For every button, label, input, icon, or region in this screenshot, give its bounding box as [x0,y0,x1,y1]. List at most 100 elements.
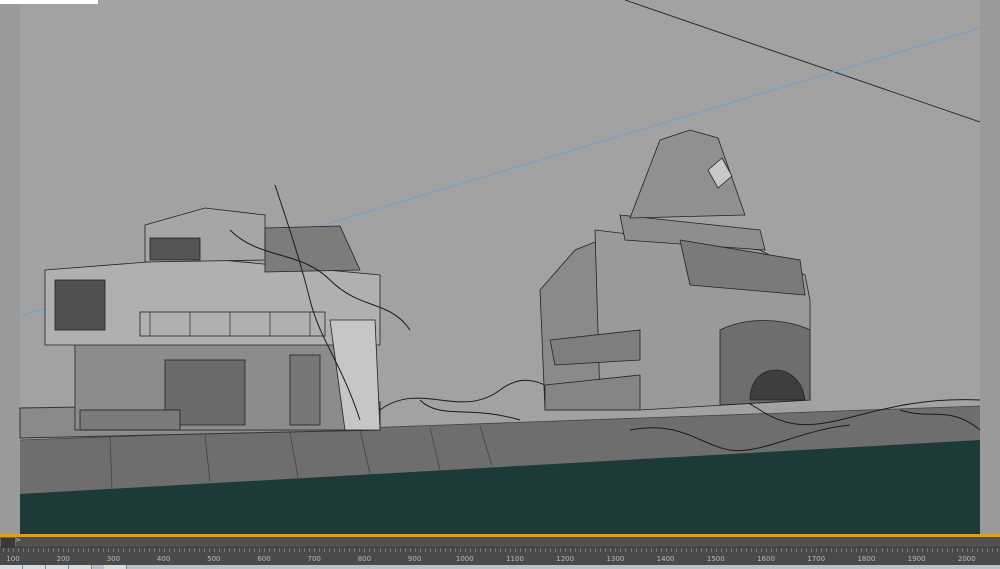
trackbar[interactable]: 100 200 300 400 500 600 700 800 900 1000 1100 1200 1… [0,547,1000,566]
trackbar-tick [555,548,557,552]
trackbar-tick [816,548,818,552]
trackbar-tick [339,548,341,552]
trackbar-tick [675,548,677,552]
trackbar-tick [279,548,281,552]
viewport-label-box [0,0,98,4]
trackbar-tick [384,548,386,552]
trackbar-tick [745,548,747,552]
trackbar-tick [901,548,903,552]
trackbar-tick [499,548,501,552]
trackbar-tick [565,548,567,552]
trackbar-tick [274,548,276,552]
trackbar-tick [218,548,220,552]
trackbar-tick [379,548,381,552]
trackbar-tick [625,548,627,552]
trackbar-tick [575,548,577,552]
trackbar-tick [866,548,868,552]
trackbar-tick [715,548,717,552]
trackbar-tick [13,548,15,552]
trackbar-label: 600 [257,555,271,563]
trackbar-label: 1700 [807,555,826,563]
trackbar-tick [986,548,988,552]
trackbar-tick [399,548,401,552]
trackbar-tick [319,548,321,552]
time-slider[interactable] [0,537,1000,547]
trackbar-tick [284,548,286,552]
trackbar-tick [63,548,65,552]
trackbar-tick [826,548,828,552]
trackbar-tick [530,548,532,552]
taskbar-app-2[interactable] [23,565,46,569]
trackbar-tick [776,548,778,552]
trackbar-tick [424,548,426,552]
trackbar-tick [243,548,245,552]
trackbar-tick [23,548,25,552]
trackbar-tick [615,548,617,552]
trackbar-tick [389,548,391,552]
trackbar-tick [238,548,240,552]
trackbar-tick [158,548,160,552]
taskbar-app-3[interactable] [46,565,69,569]
trackbar-tick [128,548,130,552]
trackbar-label: 400 [156,555,171,563]
trackbar-tick [550,548,552,552]
trackbar-tick [414,548,416,552]
trackbar-tick [971,548,973,552]
trackbar-tick [223,548,225,552]
trackbar-tick [168,548,170,552]
trackbar-tick [670,548,672,552]
trackbar-tick [560,548,562,552]
trackbar-tick [138,548,140,552]
trackbar-tick [439,548,441,552]
trackbar-tick [153,548,155,552]
trackbar-tick [269,548,271,552]
trackbar-tick [635,548,637,552]
trackbar-tick [520,548,522,552]
trackbar-tick [936,548,938,552]
next-frame-button[interactable]: > [15,536,21,544]
trackbar-tick [720,548,722,552]
trackbar-tick [956,548,958,552]
trackbar-tick [309,548,311,552]
trackbar-tick [344,548,346,552]
trackbar-tick [725,548,727,552]
trackbar-tick [811,548,813,552]
trackbar-tick [259,548,261,552]
trackbar-tick [143,548,145,552]
trackbar-tick [163,548,165,552]
trackbar-tick [434,548,436,552]
trackbar-tick [38,548,40,552]
trackbar-tick [570,548,572,552]
trackbar-tick [610,548,612,552]
trackbar-tick [454,548,456,552]
trackbar-label: 700 [307,555,321,563]
trackbar-tick [33,548,35,552]
trackbar-tick [761,548,763,552]
trackbar-tick [3,548,4,552]
modern-house-model [44,207,381,431]
trackbar-tick [299,548,301,552]
trackbar-tick [404,548,406,552]
trackbar-tick [429,548,431,552]
trackbar-tick [48,548,50,552]
trackbar-tick [680,548,682,552]
trackbar-tick [600,548,602,552]
trackbar-tick [590,548,592,552]
trackbar-label: 1000 [455,555,474,563]
trackbar-tick [906,548,908,552]
trackbar-tick [515,548,517,552]
trackbar-tick [494,548,496,552]
trackbar-label: 1800 [857,555,876,563]
trackbar-tick [831,548,833,552]
perspective-viewport[interactable] [0,0,1000,534]
trackbar-tick [796,548,798,552]
taskbar-app-1[interactable] [0,565,23,569]
temple-tower-model [539,129,811,411]
taskbar-app-5[interactable] [104,565,127,569]
trackbar-tick [369,548,371,552]
trackbar-label: 200 [56,555,70,563]
taskbar-app-4[interactable] [69,565,92,569]
trackbar-label: 800 [357,555,372,563]
trackbar-tick [123,548,125,552]
guide-line-dark [624,0,981,123]
